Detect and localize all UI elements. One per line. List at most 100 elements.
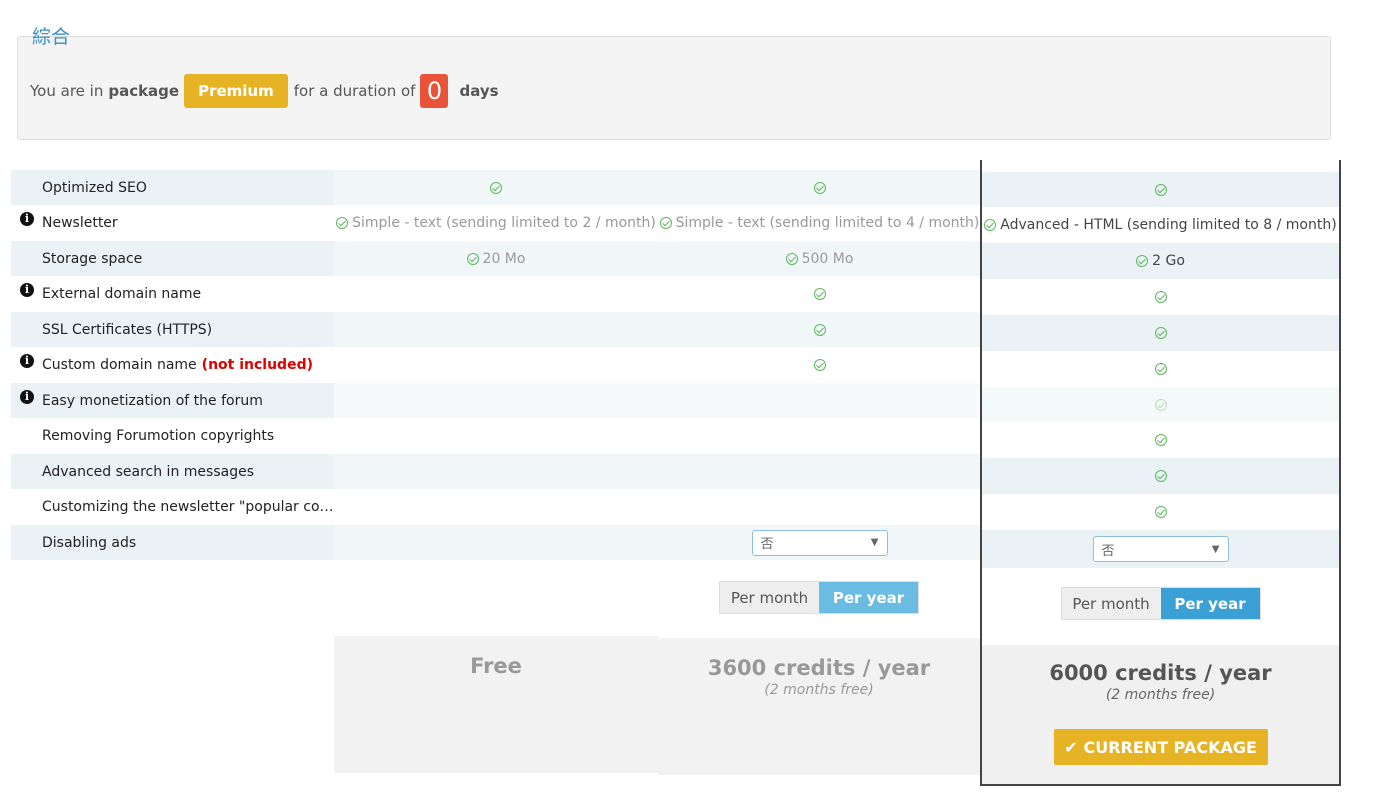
duration-text: for a duration of	[293, 82, 416, 100]
package-status-line: You are in package Premium for a duratio…	[30, 74, 504, 108]
package-name-badge: Premium	[184, 74, 288, 108]
current-package-label: CURRENT PACKAGE	[1083, 737, 1257, 757]
premium-cell	[982, 315, 1339, 351]
check-icon	[813, 323, 826, 336]
feature-label: i Newsletter	[11, 205, 334, 240]
mid-cell: 否 ▼	[658, 525, 981, 560]
mid-billing-area: Per month Per year	[658, 560, 980, 636]
mid-price-block: 3600 credits / year (2 months free)	[658, 638, 980, 775]
check-icon	[984, 219, 997, 231]
premium-cell	[982, 458, 1339, 494]
feature-label: Removing Forumotion copyrights	[42, 427, 275, 444]
mid-price-note: (2 months free)	[764, 682, 874, 698]
disable-ads-value: 否	[760, 537, 774, 552]
check-icon	[813, 358, 826, 371]
premium-price: 6000 credits / year	[1049, 661, 1272, 685]
free-cell	[334, 276, 658, 311]
mid-cell: 500 Mo	[658, 241, 981, 276]
mid-cell	[658, 347, 981, 382]
not-included-note: (not included)	[201, 356, 313, 373]
check-icon	[336, 216, 349, 229]
newsletter-value: Simple - text (sending limited to 4 / mo…	[675, 214, 980, 231]
free-cell	[334, 383, 658, 418]
per-year-option[interactable]: Per year	[1160, 588, 1260, 619]
mid-cell	[658, 312, 981, 347]
per-year-option[interactable]: Per year	[819, 582, 918, 613]
check-icon	[1154, 470, 1167, 482]
premium-cell	[982, 279, 1339, 315]
info-icon[interactable]: i	[20, 283, 34, 297]
feature-label: i Easy monetization of the forum	[11, 383, 334, 418]
mid-cell	[658, 418, 981, 453]
premium-cell: 2 Go	[982, 243, 1339, 279]
feature-label: Storage space	[11, 241, 334, 276]
free-price-block: Free	[334, 636, 658, 773]
premium-cell	[982, 351, 1339, 387]
storage-value: 2 Go	[1152, 253, 1185, 269]
free-price: Free	[470, 654, 522, 678]
disable-ads-value: 否	[1101, 543, 1115, 559]
newsletter-value: Advanced - HTML (sending limited to 8 / …	[1000, 217, 1337, 233]
premium-cell	[982, 494, 1339, 530]
check-icon	[1154, 363, 1167, 375]
premium-price-note: (2 months free)	[1105, 687, 1216, 703]
per-month-option[interactable]: Per month	[1061, 588, 1161, 619]
mid-cell	[658, 276, 981, 311]
check-icon	[490, 181, 502, 194]
feature-label: SSL Certificates (HTTPS)	[11, 312, 334, 347]
premium-cell: Advanced - HTML (sending limited to 8 / …	[982, 207, 1339, 243]
check-icon	[1154, 506, 1167, 518]
mid-cell	[658, 454, 981, 489]
mid-price: 3600 credits / year	[707, 656, 931, 680]
info-icon[interactable]: i	[20, 212, 34, 226]
disable-ads-select[interactable]: 否 ▼	[751, 529, 888, 556]
feature-label: i External domain name	[11, 276, 334, 311]
check-icon	[466, 252, 479, 265]
premium-cell	[982, 387, 1339, 422]
disable-ads-select[interactable]: 否 ▼	[1092, 536, 1229, 562]
info-icon[interactable]: i	[20, 354, 34, 368]
check-icon	[1154, 183, 1167, 196]
you-are-in-text: You are in	[30, 82, 104, 100]
check-icon	[813, 181, 826, 194]
feature-label: Advanced search in messages	[11, 454, 334, 489]
premium-cell	[982, 422, 1339, 458]
newsletter-value: Simple - text (sending limited to 2 / mo…	[352, 214, 656, 231]
free-cell	[334, 525, 658, 560]
mid-cell	[658, 489, 981, 524]
feature-label: Optimized SEO	[11, 170, 334, 205]
premium-billing-toggle: Per month Per year	[1060, 587, 1261, 620]
mid-cell: Simple - text (sending limited to 4 / mo…	[658, 205, 981, 240]
premium-column: Advanced - HTML (sending limited to 8 / …	[980, 160, 1341, 786]
free-cell	[334, 489, 658, 524]
feature-label: Disabling ads	[11, 525, 334, 560]
check-icon	[1136, 255, 1149, 267]
feature-label: Customizing the newsletter "popular cont…	[42, 498, 334, 515]
days-word: days	[459, 82, 499, 100]
days-count-badge: 0	[420, 74, 449, 108]
free-cell	[334, 454, 658, 489]
premium-cell	[982, 172, 1339, 207]
per-month-option[interactable]: Per month	[720, 582, 819, 613]
free-cell	[334, 312, 658, 347]
check-icon	[1154, 398, 1167, 411]
check-icon	[659, 216, 672, 229]
panel-legend: 綜合	[32, 26, 71, 48]
storage-value: 500 Mo	[801, 250, 854, 267]
package-word: package	[108, 82, 180, 100]
current-package-button[interactable]: ✔ CURRENT PACKAGE	[1053, 729, 1268, 765]
premium-price-block: 6000 credits / year (2 months free) ✔ CU…	[982, 645, 1339, 784]
mid-billing-toggle: Per month Per year	[719, 581, 919, 614]
mid-cell	[658, 170, 981, 205]
feature-label: i Custom domain name (not included)	[11, 347, 334, 382]
check-icon	[1154, 434, 1167, 446]
dropdown-arrow-icon: ▼	[870, 537, 879, 548]
dropdown-arrow-icon: ▼	[1211, 543, 1220, 555]
check-icon	[785, 252, 798, 265]
free-cell	[334, 170, 658, 205]
check-icon	[1154, 327, 1167, 339]
premium-billing-area: Per month Per year	[982, 568, 1339, 644]
storage-value: 20 Mo	[482, 250, 526, 267]
info-icon[interactable]: i	[20, 390, 34, 404]
check-icon	[1154, 291, 1167, 303]
